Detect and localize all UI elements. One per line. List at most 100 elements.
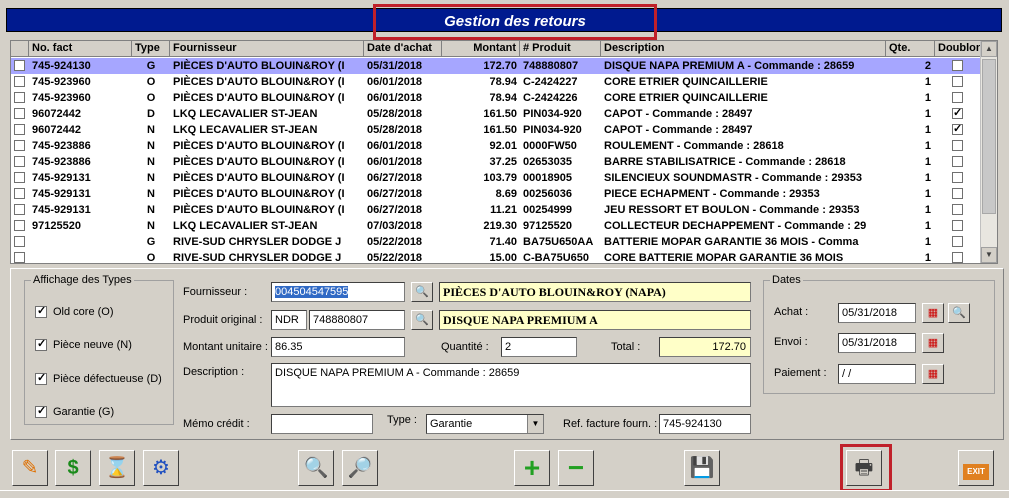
scroll-up-icon[interactable]: ▲ xyxy=(981,41,997,57)
save-button[interactable]: 💾 xyxy=(684,450,720,486)
memo-field[interactable] xyxy=(271,414,373,434)
description-field[interactable]: DISQUE NAPA PREMIUM A - Commande : 28659 xyxy=(271,363,751,407)
doublon-checkbox[interactable] xyxy=(952,122,963,135)
produit-prefix-field[interactable]: NDR xyxy=(271,310,307,330)
row-checkbox[interactable] xyxy=(14,220,25,231)
money-button[interactable]: $ xyxy=(55,450,91,486)
doublon-checkbox[interactable] xyxy=(952,204,963,215)
row-type: G xyxy=(146,60,156,72)
row-checkbox[interactable] xyxy=(14,140,25,151)
row-checkbox[interactable] xyxy=(14,236,25,247)
types-legend: Affichage des Types xyxy=(33,274,132,286)
row-fact: 745-923886 xyxy=(32,156,91,168)
search-button[interactable]: 🔎 xyxy=(342,450,378,486)
total-field: 172.70 xyxy=(659,337,751,357)
col-produit[interactable]: # Produit xyxy=(520,41,601,57)
doublon-checkbox[interactable] xyxy=(952,220,963,231)
edit-button[interactable]: ✎ xyxy=(12,450,48,486)
produit-code-field[interactable]: 748880807 xyxy=(309,310,405,330)
table-row[interactable]: 745-929131 N PIÈCES D'AUTO BLOUIN&ROY (I 06… xyxy=(11,170,981,186)
col-type[interactable]: Type xyxy=(132,41,170,57)
table-row[interactable]: 745-923960 O PIÈCES D'AUTO BLOUIN&ROY (I 06… xyxy=(11,90,981,106)
doublon-checkbox[interactable] xyxy=(952,140,963,151)
col-description[interactable]: Description xyxy=(601,41,886,57)
table-row[interactable]: G RIVE-SUD CHRYSLER DODGE J 05/22/2018 71.4… xyxy=(11,234,981,250)
doublon-checkbox[interactable] xyxy=(952,252,963,263)
ref-field[interactable]: 745-924130 xyxy=(659,414,751,434)
envoi-calendar-button[interactable]: ▦ xyxy=(922,333,944,353)
produit-name-field: DISQUE NAPA PREMIUM A xyxy=(439,310,751,330)
row-checkbox[interactable] xyxy=(14,204,25,215)
row-checkbox[interactable] xyxy=(14,172,25,183)
row-type: N xyxy=(147,124,155,136)
settings-button[interactable]: ⚙ xyxy=(143,450,179,486)
row-qte: 1 xyxy=(924,252,931,264)
fournisseur-code-field[interactable]: 004504547595 xyxy=(271,282,405,302)
montant-field[interactable]: 86.35 xyxy=(271,337,405,357)
row-description: CORE BATTERIE MOPAR GARANTIE 36 MOIS xyxy=(604,252,844,264)
row-checkbox[interactable] xyxy=(14,124,25,135)
table-row[interactable]: 97125520 N LKQ LECAVALIER ST-JEAN 07/03/201… xyxy=(11,218,981,234)
row-type: O xyxy=(146,92,156,104)
doublon-checkbox[interactable] xyxy=(952,106,963,119)
scroll-thumb[interactable] xyxy=(982,59,996,214)
paiement-calendar-button[interactable]: ▦ xyxy=(922,364,944,384)
col-montant[interactable]: Montant xyxy=(442,41,520,57)
produit-search-button[interactable]: 🔍 xyxy=(411,310,433,330)
montant-label: Montant unitaire : xyxy=(183,341,268,353)
doublon-checkbox[interactable] xyxy=(952,156,963,167)
table-row[interactable]: 745-923886 N PIÈCES D'AUTO BLOUIN&ROY (I 06… xyxy=(11,154,981,170)
doublon-checkbox[interactable] xyxy=(952,236,963,247)
doublon-checkbox[interactable] xyxy=(952,188,963,199)
row-checkbox[interactable] xyxy=(14,60,25,71)
doublon-checkbox[interactable] xyxy=(952,60,963,71)
achat-search-button[interactable]: 🔍 xyxy=(948,303,970,323)
achat-calendar-button[interactable]: ▦ xyxy=(922,303,944,323)
paiement-field[interactable]: / / xyxy=(838,364,916,384)
chevron-down-icon[interactable]: ▼ xyxy=(527,415,543,433)
row-fact: 745-923960 xyxy=(32,76,91,88)
table-row[interactable]: 745-929131 N PIÈCES D'AUTO BLOUIN&ROY (I 06… xyxy=(11,186,981,202)
doublon-checkbox[interactable] xyxy=(952,172,963,183)
col-no-fact[interactable]: No. fact xyxy=(29,41,132,57)
doublon-checkbox[interactable] xyxy=(952,92,963,103)
row-checkbox[interactable] xyxy=(14,108,25,119)
row-checkbox[interactable] xyxy=(14,188,25,199)
lookup-button[interactable]: 🔍 xyxy=(298,450,334,486)
exit-button[interactable]: EXIT xyxy=(958,450,994,486)
type-select[interactable]: Garantie ▼ xyxy=(426,414,544,434)
fournisseur-search-button[interactable]: 🔍 xyxy=(411,282,433,302)
table-row[interactable]: 745-923960 O PIÈCES D'AUTO BLOUIN&ROY (I 06… xyxy=(11,74,981,90)
row-checkbox[interactable] xyxy=(14,252,25,263)
row-produit: 97125520 xyxy=(523,220,572,232)
scroll-down-icon[interactable]: ▼ xyxy=(981,247,997,263)
table-row[interactable]: 745-929131 N PIÈCES D'AUTO BLOUIN&ROY (I 06… xyxy=(11,202,981,218)
row-description: SILENCIEUX SOUNDMASTR - Commande : 29353 xyxy=(604,172,862,184)
doublon-checkbox[interactable] xyxy=(952,76,963,87)
table-row[interactable]: 745-924130 G PIÈCES D'AUTO BLOUIN&ROY (I 05… xyxy=(11,58,981,74)
returns-grid[interactable]: No. fact Type Fournisseur Date d'achat M… xyxy=(10,40,998,264)
produit-label: Produit original : xyxy=(183,314,263,326)
col-qte[interactable]: Qte. xyxy=(886,41,935,57)
col-doublon[interactable]: Doublon xyxy=(935,41,981,57)
row-checkbox[interactable] xyxy=(14,92,25,103)
col-date-achat[interactable]: Date d'achat xyxy=(364,41,442,57)
table-row[interactable]: 745-923886 N PIÈCES D'AUTO BLOUIN&ROY (I 06… xyxy=(11,138,981,154)
envoi-field[interactable]: 05/31/2018 xyxy=(838,333,916,353)
table-row[interactable]: 96072442 N LKQ LECAVALIER ST-JEAN 05/28/201… xyxy=(11,122,981,138)
table-row[interactable]: O RIVE-SUD CHRYSLER DODGE J 05/22/2018 15.0… xyxy=(11,250,981,264)
row-checkbox[interactable] xyxy=(14,156,25,167)
add-button[interactable]: + xyxy=(514,450,550,486)
remove-button[interactable]: − xyxy=(558,450,594,486)
col-fournisseur[interactable]: Fournisseur xyxy=(170,41,364,57)
achat-field[interactable]: 05/31/2018 xyxy=(838,303,916,323)
quantite-field[interactable]: 2 xyxy=(501,337,577,357)
row-description: JEU RESSORT ET BOULON - Commande : 29353 xyxy=(604,204,860,216)
col-check[interactable] xyxy=(11,41,29,57)
vertical-scrollbar[interactable]: ▲ ▼ xyxy=(980,41,997,263)
row-checkbox[interactable] xyxy=(14,76,25,87)
table-row[interactable]: 96072442 D LKQ LECAVALIER ST-JEAN 05/28/201… xyxy=(11,106,981,122)
history-button[interactable]: ⌛ xyxy=(99,450,135,486)
row-fournisseur: PIÈCES D'AUTO BLOUIN&ROY (I xyxy=(173,92,345,104)
row-qte: 1 xyxy=(924,124,931,136)
